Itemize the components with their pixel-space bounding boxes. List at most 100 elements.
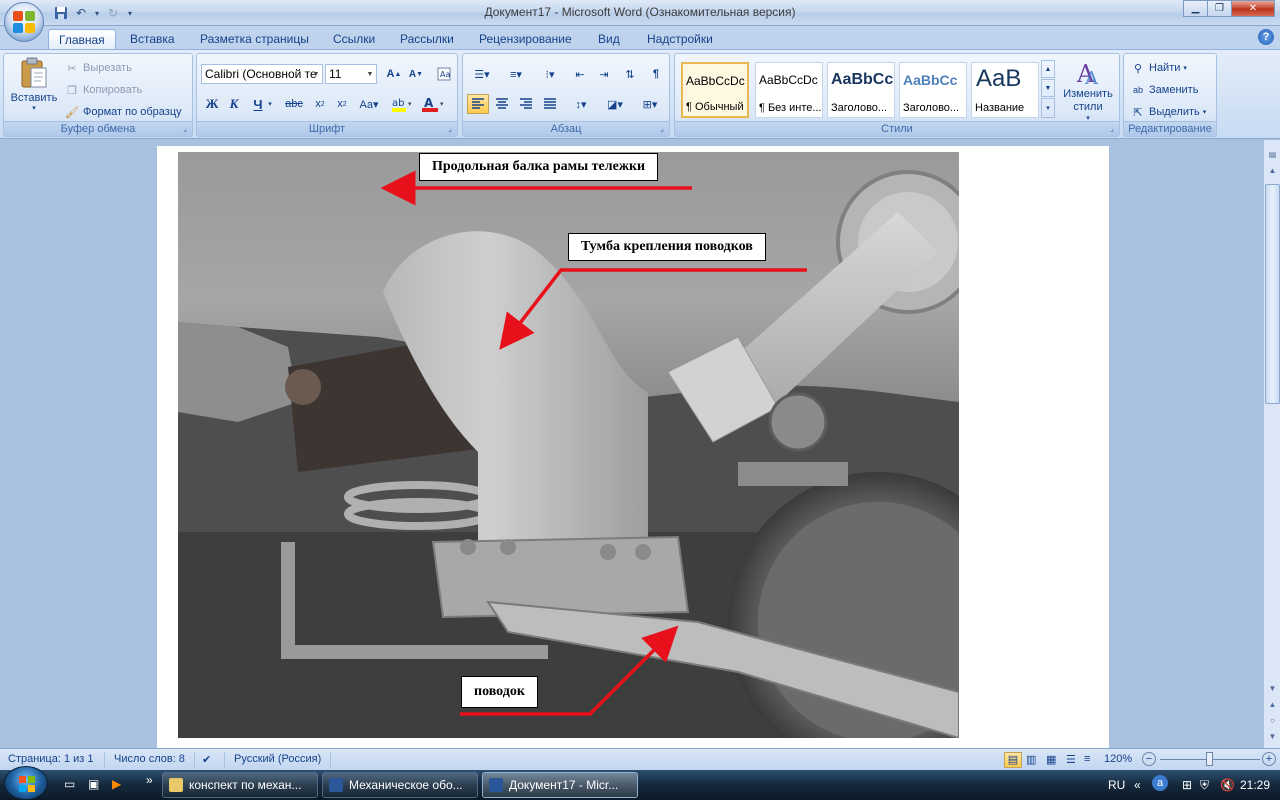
vertical-scrollbar[interactable]: ▤ ▲ ▼ ▲ ○ ▼ [1263, 140, 1280, 748]
scroll-down-icon[interactable]: ▼ [1265, 684, 1280, 698]
italic-icon[interactable]: К [223, 94, 245, 114]
select-button[interactable]: ⇱ Выделить ▾ [1130, 104, 1206, 120]
font-name-combo[interactable]: Calibri (Основной те ▼ [201, 64, 323, 84]
help-icon[interactable]: ? [1258, 29, 1274, 45]
style-no-spacing[interactable]: AaBbCcDc ¶ Без инте... [755, 62, 823, 118]
next-page-icon[interactable]: ▼ [1265, 732, 1280, 746]
zoom-slider-thumb[interactable] [1206, 752, 1213, 766]
change-styles-label: Изменить стили [1063, 88, 1113, 113]
font-color-icon[interactable]: A ▾ [419, 94, 449, 114]
task-mechanical[interactable]: Механическое обо... [322, 772, 478, 798]
maximize-icon[interactable]: ❐ [1207, 0, 1232, 17]
change-styles-button[interactable]: A A Изменить стили ▾ [1059, 58, 1117, 122]
tab-references[interactable]: Ссылки [323, 29, 385, 50]
scroll-thumb[interactable] [1265, 184, 1280, 404]
cut-button[interactable]: ✂ Вырезать [64, 60, 132, 76]
task-konspekt[interactable]: конспект по механ... [162, 772, 318, 798]
tab-addins[interactable]: Надстройки [637, 29, 723, 50]
word-count[interactable]: Число слов: 8 [114, 753, 185, 765]
find-button[interactable]: ⚲ Найти ▾ [1130, 60, 1187, 76]
line-spacing-icon[interactable]: ↕▾ [567, 94, 595, 114]
styles-scroll-up-icon[interactable]: ▲ [1041, 60, 1055, 78]
print-layout-icon[interactable]: ▤ [1004, 752, 1022, 768]
proofing-icon[interactable]: ✔ [202, 753, 211, 766]
task-document17[interactable]: Документ17 - Micr... [482, 772, 638, 798]
full-screen-reading-icon[interactable]: ▥ [1026, 753, 1036, 766]
underline-dropdown-icon[interactable]: ▾ [265, 94, 275, 114]
styles-scroll-down-icon[interactable]: ▼ [1041, 79, 1055, 97]
clock[interactable]: 21:29 [1240, 778, 1270, 792]
strikethrough-icon[interactable]: abc [281, 94, 307, 114]
shading-icon[interactable]: ◪▾ [599, 94, 631, 114]
outline-view-icon[interactable]: ☰ [1066, 753, 1076, 766]
show-marks-icon[interactable]: ¶ [645, 64, 667, 84]
ruler-toggle-icon[interactable]: ▤ [1265, 150, 1280, 164]
zoom-out-icon[interactable]: − [1142, 752, 1156, 766]
highlight-icon[interactable]: ab ▾ [389, 94, 417, 114]
tab-page-layout[interactable]: Разметка страницы [190, 29, 319, 50]
input-language[interactable]: RU [1108, 778, 1125, 792]
increase-indent-icon[interactable]: ⇥ [593, 64, 615, 84]
styles-more-icon[interactable]: ▾ [1041, 98, 1055, 118]
paragraph-launcher-icon[interactable]: ⌟ [657, 124, 667, 134]
network-icon[interactable]: ⊞ [1182, 778, 1192, 792]
start-button[interactable] [4, 766, 48, 800]
subscript-icon[interactable]: x2 [309, 94, 331, 114]
shrink-font-icon[interactable]: A ▼ [405, 64, 427, 84]
show-desktop-icon[interactable]: ▭ [64, 777, 75, 791]
justify-icon[interactable] [539, 94, 561, 114]
font-launcher-icon[interactable]: ⌟ [445, 124, 455, 134]
language-status[interactable]: Русский (Россия) [234, 753, 321, 765]
style-title[interactable]: AaB Название [971, 62, 1039, 118]
previous-page-icon[interactable]: ▲ [1265, 700, 1280, 714]
align-center-icon[interactable] [491, 94, 513, 114]
paste-button[interactable]: Вставить ▾ [8, 56, 60, 120]
volume-muted-icon[interactable]: 🔇 [1220, 778, 1235, 792]
sort-icon[interactable]: ⇅ [619, 64, 641, 84]
language-bar-options-icon[interactable]: « [1134, 778, 1141, 792]
switch-windows-icon[interactable]: ▣ [88, 777, 99, 791]
bullets-icon[interactable]: ☰▾ [467, 64, 497, 84]
font-name-dropdown-icon[interactable]: ▼ [310, 65, 322, 83]
tab-mailings[interactable]: Рассылки [390, 29, 464, 50]
security-icon[interactable]: ⛨ [1200, 778, 1209, 793]
align-left-icon[interactable] [467, 94, 489, 114]
grow-font-icon[interactable]: A ▲ [383, 64, 405, 84]
media-player-icon[interactable]: ▶ [112, 777, 121, 791]
copy-button[interactable]: ❐ Копировать [64, 82, 142, 98]
numbering-icon[interactable]: ≡▾ [501, 64, 531, 84]
tab-view[interactable]: Вид [588, 29, 630, 50]
style-heading-1[interactable]: AaBbCc Заголово... [827, 62, 895, 118]
tab-home[interactable]: Главная [48, 29, 116, 50]
align-right-icon[interactable] [515, 94, 537, 114]
style-normal[interactable]: AaBbCcDc ¶ Обычный [681, 62, 749, 118]
style-heading-2[interactable]: AaBbCc Заголово... [899, 62, 967, 118]
office-button[interactable] [4, 2, 44, 42]
tray-app-icon[interactable]: a [1152, 775, 1168, 791]
change-case-icon[interactable]: Aa▾ [355, 94, 383, 114]
multilevel-list-icon[interactable]: ⁝▾ [535, 64, 565, 84]
draft-view-icon[interactable]: ≡ [1084, 753, 1090, 765]
tab-review[interactable]: Рецензирование [469, 29, 582, 50]
scroll-up-icon[interactable]: ▲ [1265, 166, 1280, 180]
page-count[interactable]: Страница: 1 из 1 [8, 753, 94, 765]
format-painter-button[interactable]: 🖌 Формат по образцу [64, 104, 182, 120]
borders-icon[interactable]: ⊞▾ [635, 94, 665, 114]
close-icon[interactable]: ✕ [1231, 0, 1275, 17]
clear-formatting-icon[interactable]: Aa [433, 64, 455, 84]
superscript-icon[interactable]: x2 [331, 94, 353, 114]
decrease-indent-icon[interactable]: ⇤ [569, 64, 591, 84]
quick-launch-more-icon[interactable]: » [146, 773, 153, 787]
minimize-icon[interactable]: ▁ [1183, 0, 1208, 17]
web-layout-icon[interactable]: ▦ [1046, 753, 1056, 766]
font-size-combo[interactable]: 11 ▼ [325, 64, 377, 84]
tab-insert[interactable]: Вставка [120, 29, 185, 50]
zoom-in-icon[interactable]: + [1262, 752, 1276, 766]
styles-launcher-icon[interactable]: ⌟ [1107, 124, 1117, 134]
zoom-level[interactable]: 120% [1104, 753, 1132, 765]
clipboard-launcher-icon[interactable]: ⌟ [180, 124, 190, 134]
select-browse-object-icon[interactable]: ○ [1265, 716, 1280, 730]
bold-icon[interactable]: Ж [201, 94, 223, 114]
replace-button[interactable]: ab Заменить [1130, 82, 1198, 98]
font-size-dropdown-icon[interactable]: ▼ [364, 65, 376, 83]
